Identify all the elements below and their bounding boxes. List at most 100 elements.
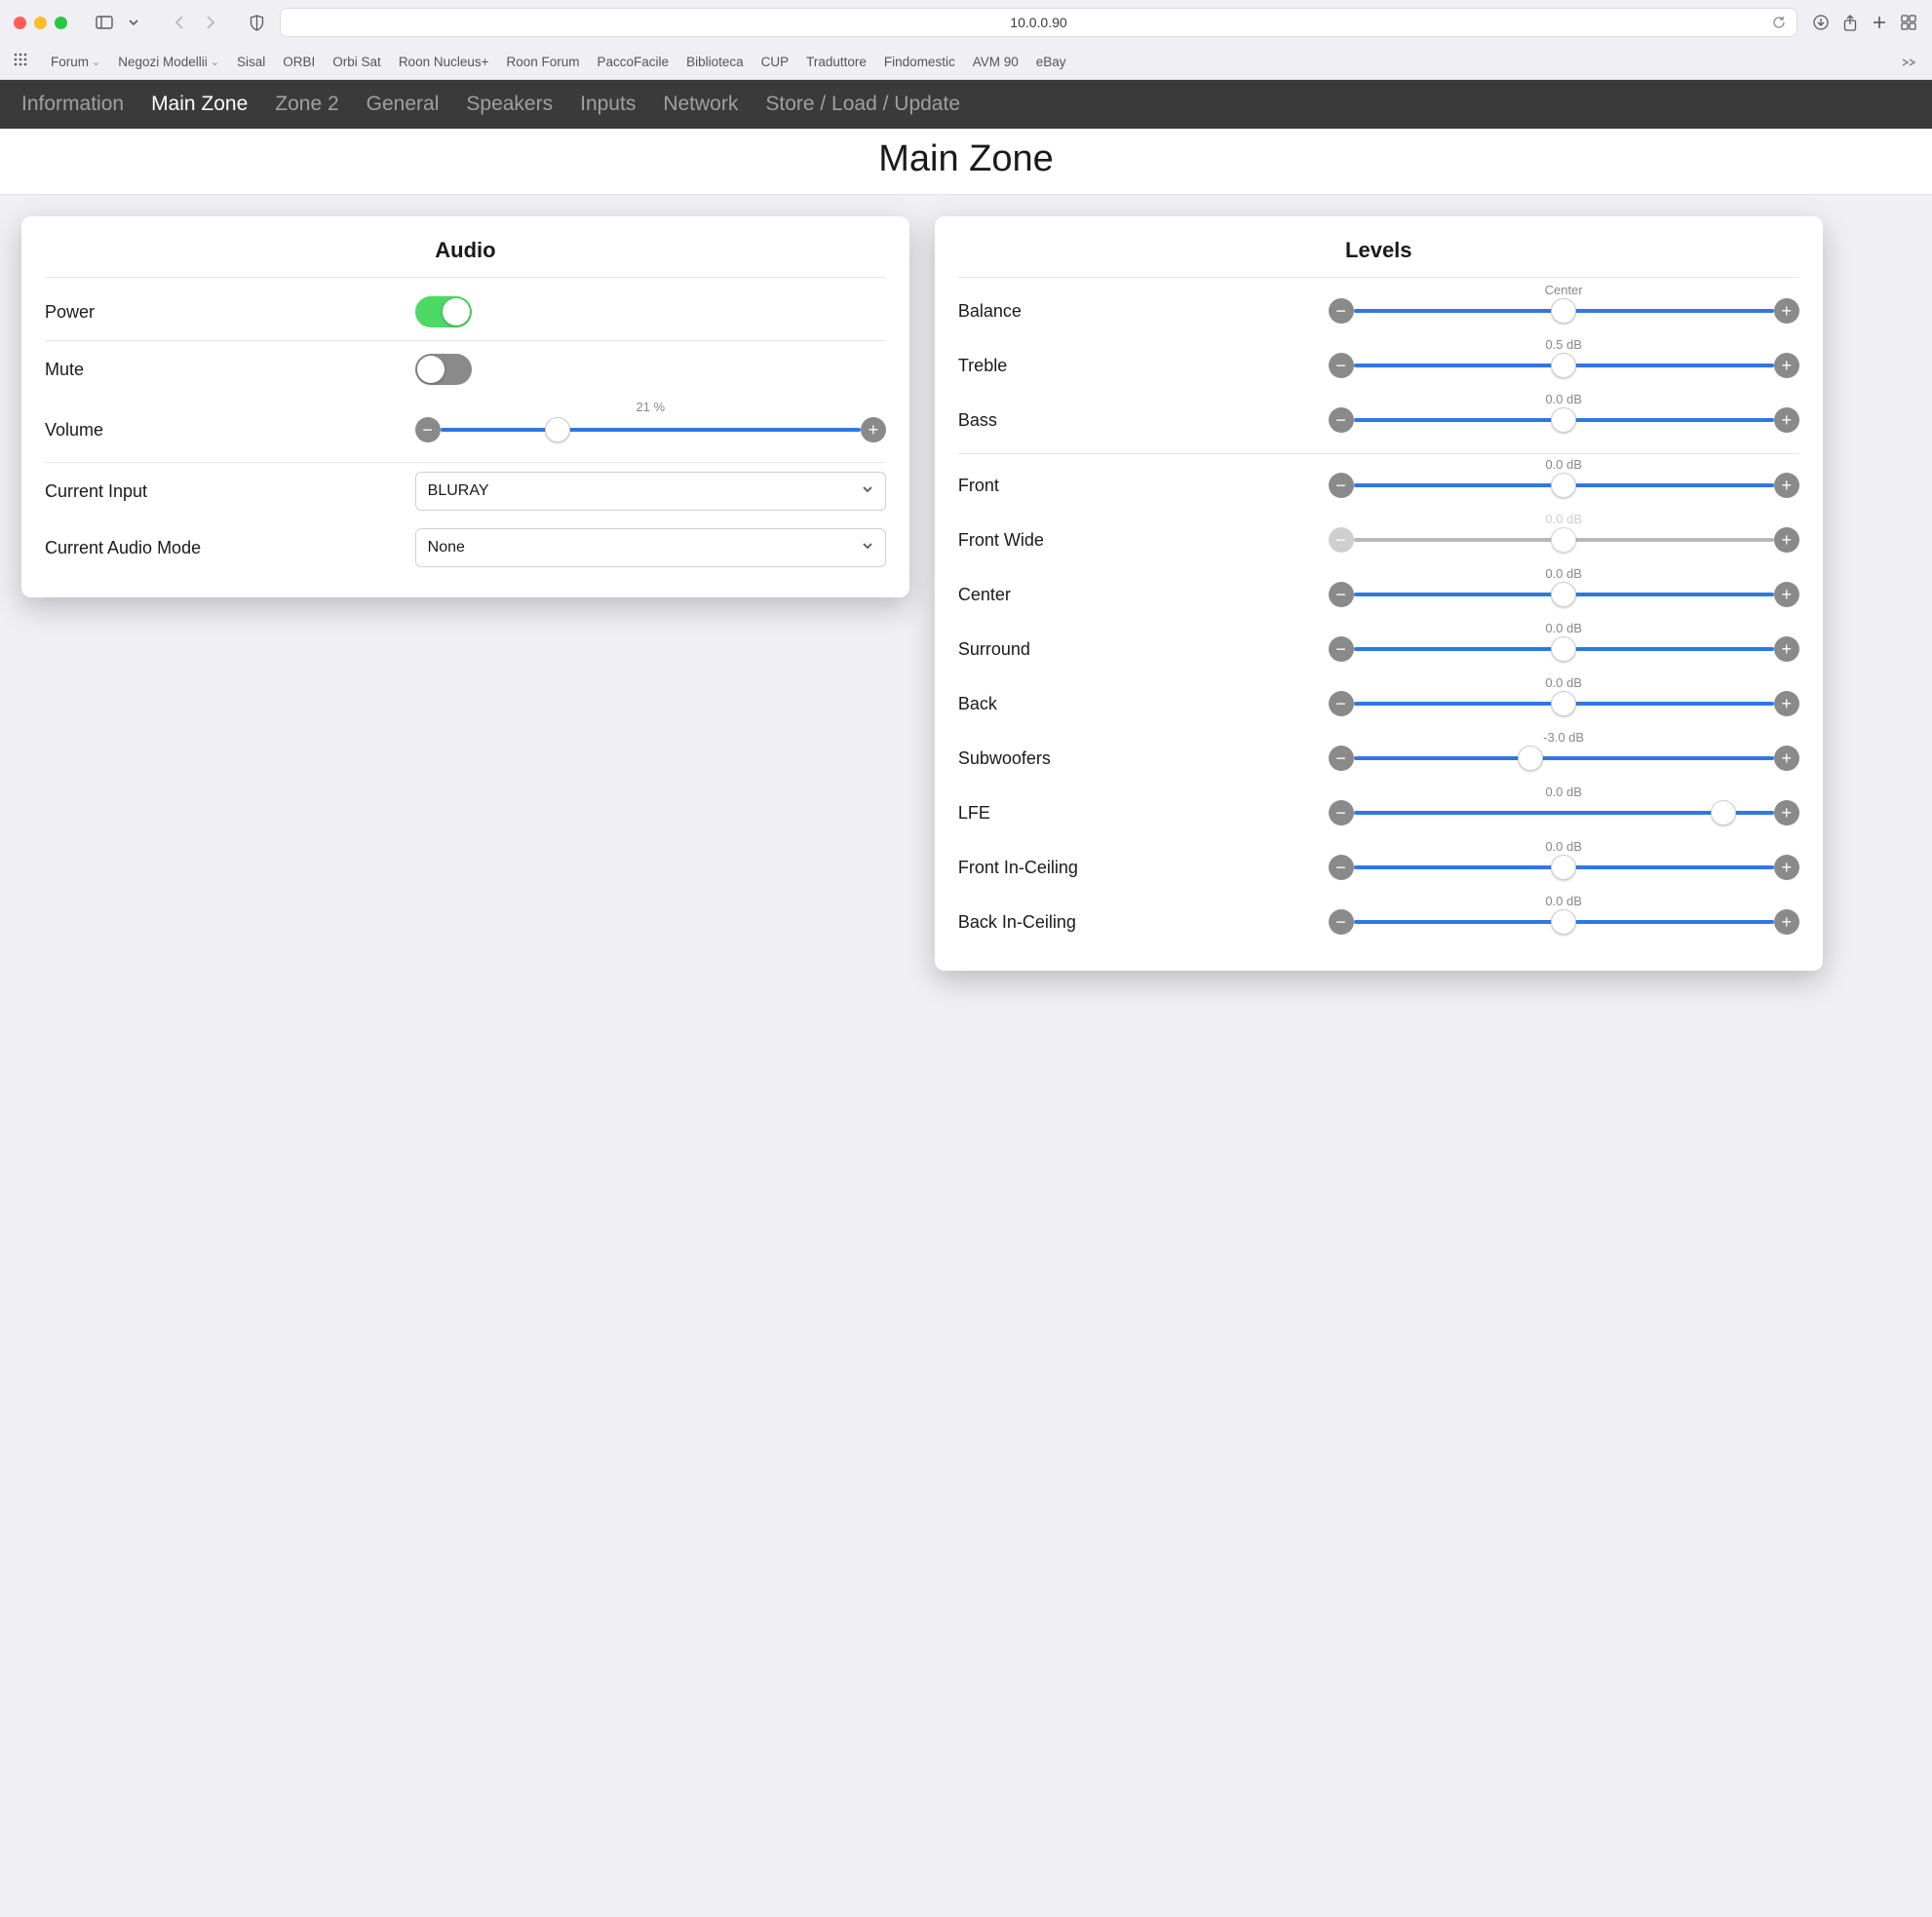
bookmark-negozi-modellii[interactable]: Negozi Modellii: [118, 55, 219, 69]
back-thumb[interactable]: [1551, 691, 1576, 716]
share-icon[interactable]: [1840, 13, 1860, 32]
treble-plus-button[interactable]: +: [1774, 353, 1799, 378]
balance-slider[interactable]: Center−+: [1329, 298, 1799, 324]
surround-track[interactable]: [1354, 647, 1774, 651]
subwoofers-slider[interactable]: -3.0 dB−+: [1329, 746, 1799, 771]
surround-minus-button[interactable]: −: [1329, 636, 1354, 662]
front-track[interactable]: [1354, 483, 1774, 487]
center-minus-button[interactable]: −: [1329, 582, 1354, 607]
power-toggle[interactable]: [415, 296, 472, 327]
bookmark-forum[interactable]: Forum: [51, 55, 100, 69]
subwoofers-minus-button[interactable]: −: [1329, 746, 1354, 771]
treble-thumb[interactable]: [1551, 353, 1576, 378]
bookmark-cup[interactable]: CUP: [761, 55, 790, 69]
center-slider[interactable]: 0.0 dB−+: [1329, 582, 1799, 607]
bass-track[interactable]: [1354, 418, 1774, 422]
center-track[interactable]: [1354, 593, 1774, 596]
balance-thumb[interactable]: [1551, 298, 1576, 324]
volume-minus-button[interactable]: −: [415, 417, 441, 442]
favorites-grid-icon[interactable]: [14, 53, 33, 72]
balance-minus-button[interactable]: −: [1329, 298, 1354, 324]
current-audio-mode-select[interactable]: None: [415, 528, 886, 567]
front-in-ceiling-thumb[interactable]: [1551, 855, 1576, 880]
forward-button[interactable]: [200, 13, 219, 32]
treble-minus-button[interactable]: −: [1329, 353, 1354, 378]
nav-speakers[interactable]: Speakers: [466, 93, 553, 116]
bookmark-avm-90[interactable]: AVM 90: [973, 55, 1019, 69]
nav-general[interactable]: General: [367, 93, 440, 116]
subwoofers-plus-button[interactable]: +: [1774, 746, 1799, 771]
refresh-icon[interactable]: [1769, 13, 1789, 32]
volume-plus-button[interactable]: +: [861, 417, 886, 442]
bookmark-paccofacile[interactable]: PaccoFacile: [598, 55, 670, 69]
bookmark-orbi[interactable]: ORBI: [283, 55, 315, 69]
treble-slider[interactable]: 0.5 dB−+: [1329, 353, 1799, 378]
volume-thumb[interactable]: [545, 417, 570, 442]
back-button[interactable]: [171, 13, 190, 32]
front-thumb[interactable]: [1551, 473, 1576, 498]
bookmark-ebay[interactable]: eBay: [1036, 55, 1066, 69]
back-in-ceiling-thumb[interactable]: [1551, 909, 1576, 935]
shield-icon[interactable]: [247, 13, 266, 32]
volume-slider[interactable]: 21 % − +: [415, 417, 886, 442]
bookmark-roon-forum[interactable]: Roon Forum: [507, 55, 580, 69]
bass-slider[interactable]: 0.0 dB−+: [1329, 407, 1799, 433]
nav-network[interactable]: Network: [663, 93, 738, 116]
lfe-thumb[interactable]: [1711, 800, 1736, 825]
nav-inputs[interactable]: Inputs: [580, 93, 636, 116]
front-in-ceiling-slider[interactable]: 0.0 dB−+: [1329, 855, 1799, 880]
balance-plus-button[interactable]: +: [1774, 298, 1799, 324]
url-bar[interactable]: 10.0.0.90: [280, 8, 1797, 37]
downloads-icon[interactable]: [1811, 13, 1831, 32]
sidebar-icon[interactable]: [95, 13, 114, 32]
subwoofers-track[interactable]: [1354, 756, 1774, 760]
fullscreen-window-button[interactable]: [55, 17, 67, 29]
back-minus-button[interactable]: −: [1329, 691, 1354, 716]
back-in-ceiling-minus-button[interactable]: −: [1329, 909, 1354, 935]
bass-minus-button[interactable]: −: [1329, 407, 1354, 433]
mute-toggle[interactable]: [415, 354, 472, 385]
bookmark-sisal[interactable]: Sisal: [237, 55, 265, 69]
bookmark-findomestic[interactable]: Findomestic: [884, 55, 955, 69]
nav-main-zone[interactable]: Main Zone: [151, 93, 248, 116]
nav-zone-2[interactable]: Zone 2: [275, 93, 338, 116]
subwoofers-thumb[interactable]: [1518, 746, 1543, 771]
back-plus-button[interactable]: +: [1774, 691, 1799, 716]
current-input-select[interactable]: BLURAY: [415, 472, 886, 511]
balance-track[interactable]: [1354, 309, 1774, 313]
center-plus-button[interactable]: +: [1774, 582, 1799, 607]
front-slider[interactable]: 0.0 dB−+: [1329, 473, 1799, 498]
back-in-ceiling-plus-button[interactable]: +: [1774, 909, 1799, 935]
front-in-ceiling-minus-button[interactable]: −: [1329, 855, 1354, 880]
back-in-ceiling-track[interactable]: [1354, 920, 1774, 924]
lfe-slider[interactable]: 0.0 dB−+: [1329, 800, 1799, 825]
new-tab-icon[interactable]: [1870, 13, 1889, 32]
back-in-ceiling-slider[interactable]: 0.0 dB−+: [1329, 909, 1799, 935]
close-window-button[interactable]: [14, 17, 26, 29]
surround-plus-button[interactable]: +: [1774, 636, 1799, 662]
tab-overview-icon[interactable]: [1899, 13, 1918, 32]
treble-track[interactable]: [1354, 364, 1774, 367]
lfe-track[interactable]: [1354, 811, 1774, 815]
front-in-ceiling-track[interactable]: [1354, 865, 1774, 869]
bass-thumb[interactable]: [1551, 407, 1576, 433]
back-slider[interactable]: 0.0 dB−+: [1329, 691, 1799, 716]
minimize-window-button[interactable]: [34, 17, 47, 29]
front-wide-plus-button[interactable]: +: [1774, 527, 1799, 553]
bookmark-roon-nucleus-[interactable]: Roon Nucleus+: [399, 55, 489, 69]
bookmark-traduttore[interactable]: Traduttore: [806, 55, 867, 69]
bookmark-orbi-sat[interactable]: Orbi Sat: [332, 55, 381, 69]
nav-store-load-update[interactable]: Store / Load / Update: [765, 93, 960, 116]
lfe-minus-button[interactable]: −: [1329, 800, 1354, 825]
volume-track[interactable]: [441, 428, 861, 432]
lfe-plus-button[interactable]: +: [1774, 800, 1799, 825]
front-in-ceiling-plus-button[interactable]: +: [1774, 855, 1799, 880]
center-thumb[interactable]: [1551, 582, 1576, 607]
nav-information[interactable]: Information: [21, 93, 124, 116]
bookmarks-overflow-icon[interactable]: [1899, 53, 1918, 72]
bookmark-biblioteca[interactable]: Biblioteca: [686, 55, 744, 69]
front-minus-button[interactable]: −: [1329, 473, 1354, 498]
bass-plus-button[interactable]: +: [1774, 407, 1799, 433]
chevron-down-icon[interactable]: [124, 13, 143, 32]
front-plus-button[interactable]: +: [1774, 473, 1799, 498]
